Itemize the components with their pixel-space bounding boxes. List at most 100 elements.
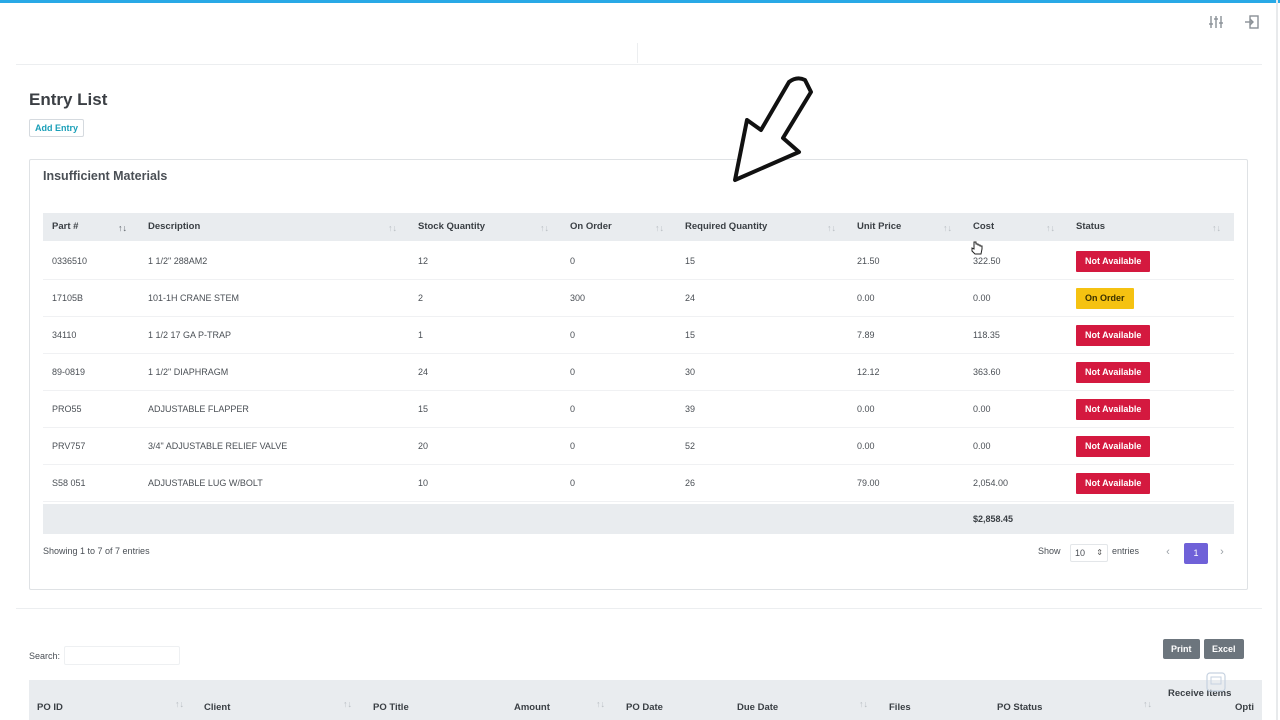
sort-icon[interactable]: ↑↓ (827, 213, 836, 241)
search-label: Search: (29, 651, 61, 661)
col-po-title[interactable]: PO Title (373, 680, 409, 720)
cell-stock: 15 (418, 404, 429, 414)
col-stock-quantity[interactable]: Stock Quantity (418, 213, 485, 241)
cell-stock: 10 (418, 478, 429, 488)
page-size-select[interactable]: 10 ⇕ (1070, 544, 1108, 562)
sort-icon[interactable]: ↑↓ (596, 680, 605, 720)
table-row: 34110 1 1/2 17 GA P-TRAP 1 0 15 7.89 118… (43, 317, 1234, 354)
cell-on-order: 300 (570, 293, 586, 303)
cell-unit-price: 0.00 (857, 441, 875, 451)
cell-required: 39 (685, 404, 696, 414)
cell-description: 1 1/2 17 GA P-TRAP (148, 330, 232, 340)
hand-cursor-icon (971, 241, 983, 255)
logout-icon[interactable] (1244, 14, 1260, 30)
cell-part: PRV757 (52, 441, 86, 451)
page-size-value: 10 (1075, 548, 1086, 558)
top-navbar (0, 3, 1280, 43)
col-on-order[interactable]: On Order (570, 213, 612, 241)
search-input[interactable] (64, 646, 180, 665)
pointer-arrow-icon (733, 76, 813, 182)
col-client[interactable]: Client (204, 680, 230, 720)
col-options[interactable]: Opti (1235, 680, 1254, 720)
cell-unit-price: 0.00 (857, 404, 875, 414)
col-part[interactable]: Part # (52, 213, 78, 241)
cell-description: 1 1/2" 288AM2 (148, 256, 208, 266)
table-row: 17105B 101-1H CRANE STEM 2 300 24 0.00 0… (43, 280, 1234, 317)
table-row: PRV757 3/4" ADJUSTABLE RELIEF VALVE 20 0… (43, 428, 1234, 465)
page-button-1[interactable]: 1 (1184, 543, 1208, 564)
cell-part: PRO55 (52, 404, 82, 414)
col-po-status[interactable]: PO Status (997, 680, 1042, 720)
cell-required: 24 (685, 293, 696, 303)
table-row: S58 051 ADJUSTABLE LUG W/BOLT 10 0 26 79… (43, 465, 1234, 502)
status-badge: Not Available (1076, 362, 1151, 383)
col-amount[interactable]: Amount (514, 680, 550, 720)
cell-part: 34110 (52, 330, 77, 340)
col-po-id[interactable]: PO ID (37, 680, 63, 720)
cell-unit-price: 79.00 (857, 478, 880, 488)
cell-description: ADJUSTABLE LUG W/BOLT (148, 478, 263, 488)
col-receive-items[interactable]: Receive Items (1168, 688, 1231, 700)
col-required-quantity[interactable]: Required Quantity (685, 213, 767, 241)
cell-on-order: 0 (570, 256, 576, 266)
sort-icon[interactable]: ↑↓ (943, 213, 952, 241)
cell-part: 0336510 (52, 256, 88, 266)
col-files[interactable]: Files (889, 680, 911, 720)
col-status[interactable]: Status (1076, 213, 1105, 241)
sort-icon[interactable]: ↑↓ (859, 680, 868, 720)
cell-stock: 1 (418, 330, 424, 340)
sort-icon[interactable]: ↑↓ (655, 213, 664, 241)
cell-on-order: 0 (570, 404, 576, 414)
sort-icon[interactable]: ↑↓ (540, 213, 549, 241)
cell-on-order: 0 (570, 478, 576, 488)
sort-icon[interactable]: ↑↓ (1143, 680, 1152, 720)
cell-part: 89-0819 (52, 367, 86, 377)
col-cost[interactable]: Cost (973, 213, 994, 241)
sort-icon[interactable]: ↑↓ (175, 680, 184, 720)
divider (637, 43, 638, 63)
cell-on-order: 0 (570, 367, 576, 377)
cell-required: 15 (685, 330, 696, 340)
table-header: Part # ↑↓ Description ↑↓ Stock Quantity … (43, 213, 1234, 241)
sort-icon[interactable]: ↑↓ (118, 213, 127, 241)
cell-stock: 12 (418, 256, 429, 266)
po-table-header: PO ID ↑↓ Client ↑↓ PO Title Amount ↑↓ PO… (29, 680, 1262, 720)
chevron-left-icon[interactable]: ‹ (1158, 542, 1178, 562)
col-unit-price[interactable]: Unit Price (857, 213, 901, 241)
cell-cost: 118.35 (973, 330, 1000, 340)
total-cost: $2,858.45 (973, 514, 1014, 524)
add-entry-button[interactable]: Add Entry (29, 119, 85, 137)
sort-icon[interactable]: ↑↓ (1212, 213, 1221, 241)
cell-unit-price: 7.89 (857, 330, 875, 340)
sort-icon[interactable]: ↑↓ (343, 680, 352, 720)
scrollbar-track[interactable] (1276, 0, 1278, 720)
col-po-date[interactable]: PO Date (626, 680, 663, 720)
status-badge: Not Available (1076, 251, 1151, 272)
cell-cost: 0.00 (973, 404, 991, 414)
print-button[interactable]: Print (1163, 639, 1200, 659)
sort-icon[interactable]: ↑↓ (1046, 213, 1055, 241)
cell-cost: 0.00 (973, 293, 991, 303)
cell-stock: 2 (418, 293, 424, 303)
show-label: Show (1038, 546, 1061, 556)
chevron-updown-icon: ⇕ (1096, 548, 1103, 557)
insufficient-materials-card: Insufficient Materials Part # ↑↓ Descrip… (29, 159, 1248, 590)
table-row: 89-0819 1 1/2" DIAPHRAGM 24 0 30 12.12 3… (43, 354, 1234, 391)
col-due-date[interactable]: Due Date (737, 680, 778, 720)
cell-required: 26 (685, 478, 696, 488)
status-badge: Not Available (1076, 399, 1151, 420)
sort-icon[interactable]: ↑↓ (388, 213, 397, 241)
cell-stock: 20 (418, 441, 429, 451)
chevron-right-icon[interactable]: › (1212, 542, 1232, 562)
cell-unit-price: 12.12 (857, 367, 880, 377)
cell-description: ADJUSTABLE FLAPPER (148, 404, 249, 414)
cell-required: 52 (685, 441, 696, 451)
col-description[interactable]: Description (148, 213, 200, 241)
sliders-icon[interactable] (1208, 14, 1224, 30)
card-title: Insufficient Materials (43, 169, 168, 183)
section-divider (16, 608, 1262, 609)
page-title: Entry List (29, 90, 108, 109)
excel-button[interactable]: Excel (1204, 639, 1244, 659)
sub-header-bar (16, 43, 1262, 65)
cell-description: 1 1/2" DIAPHRAGM (148, 367, 229, 377)
